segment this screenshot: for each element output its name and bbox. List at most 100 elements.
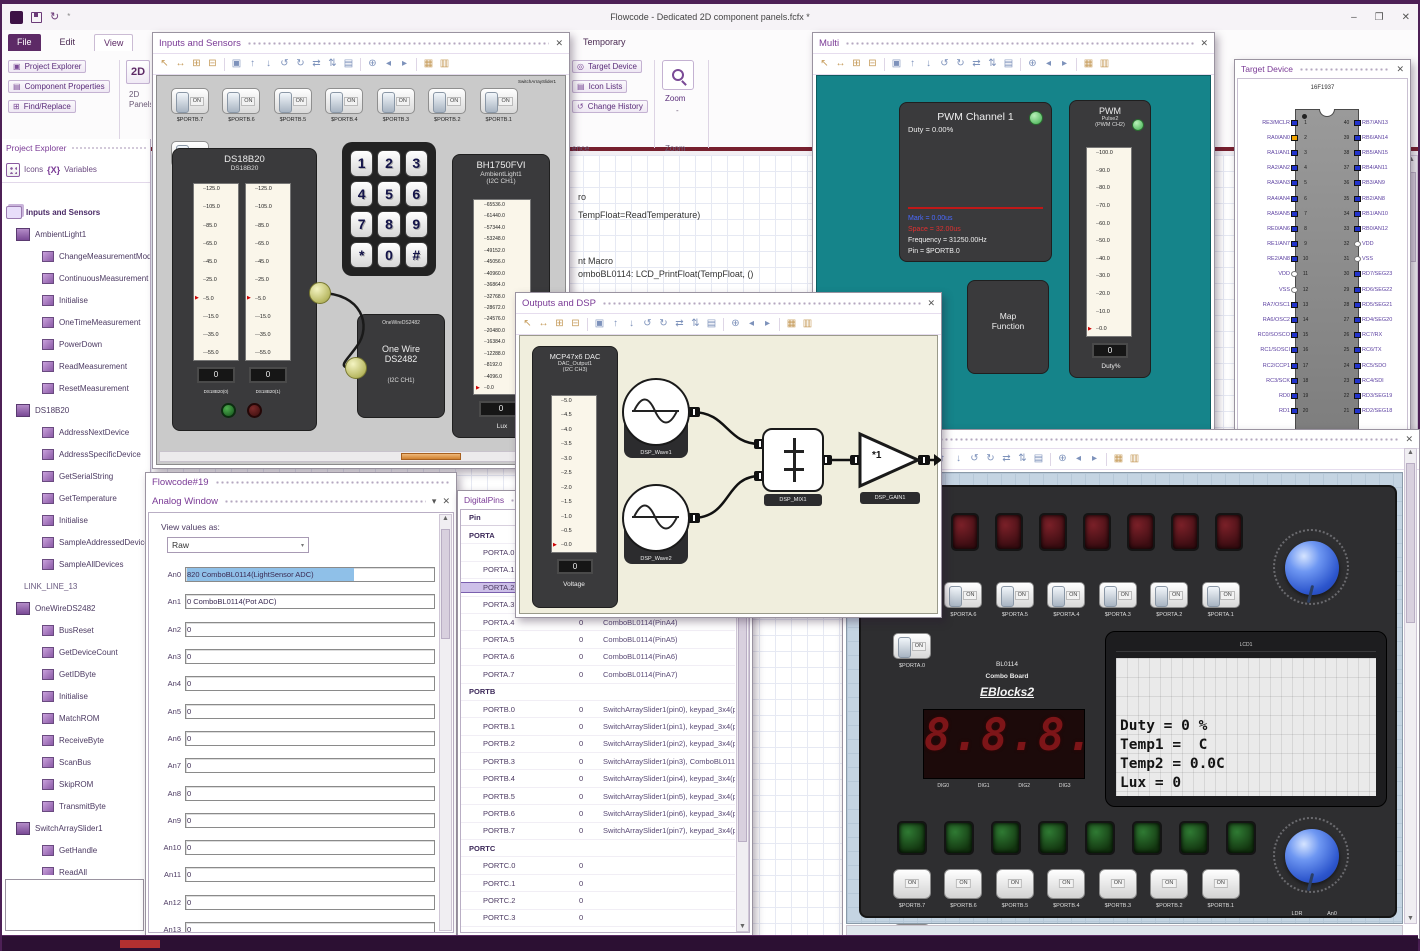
chip-pin[interactable]: VSS 31 bbox=[1340, 252, 1412, 267]
keypad-key[interactable]: 5 bbox=[377, 180, 401, 207]
keypad-key[interactable]: 8 bbox=[377, 211, 401, 238]
toolbar-icon[interactable]: ▸ bbox=[1088, 454, 1101, 464]
toolbar-icon[interactable]: ↔ bbox=[834, 59, 847, 69]
chip-pin[interactable]: RA0/AN0 2 bbox=[1240, 130, 1312, 145]
digital-pin-row[interactable]: PORTB.0 0 SwitchArraySlider1(pin0), keyp… bbox=[461, 701, 735, 719]
2d-panel-canvas[interactable]: MCP47x6 DAC DAC_Output1 (I2C CH3) 5.04.5… bbox=[519, 335, 941, 614]
toolbar-icon[interactable]: ▥ bbox=[438, 59, 451, 69]
channel-value-field[interactable]: 0 ComboBL0114(Pot ADC) bbox=[185, 594, 435, 610]
toolbar-icon[interactable]: ⇅ bbox=[1016, 454, 1029, 464]
keypad-key[interactable]: 0 bbox=[377, 241, 401, 268]
toolbar-icon[interactable]: ▦ bbox=[1082, 59, 1095, 69]
tree-item[interactable]: AddressNextDevice bbox=[2, 421, 150, 443]
tree-item[interactable]: SkipROM bbox=[2, 773, 150, 795]
toolbar-icon[interactable]: ↖ bbox=[818, 59, 831, 69]
toggle-switch[interactable]: ON bbox=[171, 88, 209, 114]
icons-tab-icon[interactable] bbox=[6, 162, 20, 177]
digital-pin-row[interactable]: PORTA.5 0 ComboBL0114(PinA5) bbox=[461, 631, 735, 649]
toolbar-icon[interactable]: ⊞ bbox=[190, 59, 203, 69]
tree-item[interactable]: PowerDown bbox=[2, 333, 150, 355]
tree-item[interactable]: GetSerialString bbox=[2, 465, 150, 487]
chip-pin[interactable]: RE1/AN7 9 bbox=[1240, 237, 1312, 252]
chip-pin[interactable]: RB0/AN12 33 bbox=[1340, 221, 1412, 236]
zoom-button[interactable] bbox=[662, 60, 694, 90]
toolbar-icon[interactable]: ⊞ bbox=[553, 319, 566, 329]
toolbar-icon[interactable]: ⊕ bbox=[366, 59, 379, 69]
digital-pin-row[interactable]: PORTA.6 0 ComboBL0114(PinA6) bbox=[461, 649, 735, 667]
toolbar-icon[interactable]: ↺ bbox=[938, 59, 951, 69]
tree-item[interactable]: ResetMeasurement bbox=[2, 377, 150, 399]
chip-pin[interactable]: RA1/AN1 3 bbox=[1240, 145, 1312, 160]
channel-value-field[interactable]: 0 bbox=[185, 703, 435, 719]
toolbar-icon[interactable]: ⇅ bbox=[326, 59, 339, 69]
tree-item[interactable]: Initialise bbox=[2, 509, 150, 531]
tree-item[interactable]: AmbientLight1 bbox=[2, 223, 150, 245]
toolbar-icon[interactable]: ▣ bbox=[890, 59, 903, 69]
chip-pin[interactable]: RB7/AN13 40 bbox=[1340, 115, 1412, 130]
toolbar-icon[interactable]: ↓ bbox=[625, 319, 638, 329]
scroll-up-arrow[interactable]: ▲ bbox=[442, 515, 449, 522]
toolbar-icon[interactable]: ↑ bbox=[906, 59, 919, 69]
chip-pin[interactable]: RD0 19 bbox=[1240, 388, 1312, 403]
toolbar-icon[interactable]: ↻ bbox=[657, 319, 670, 329]
ribbon-button[interactable]: ↺ Change History bbox=[572, 100, 648, 113]
keypad-key[interactable]: 1 bbox=[350, 150, 374, 177]
toolbar-icon[interactable]: ⊟ bbox=[866, 59, 879, 69]
toolbar-icon[interactable]: ↔ bbox=[174, 59, 187, 69]
toggle-switch[interactable]: ON bbox=[325, 88, 364, 114]
zoom-minus[interactable]: - bbox=[676, 106, 679, 115]
toolbar-icon[interactable]: ↻ bbox=[294, 59, 307, 69]
pwm-channel1-component[interactable]: PWM Channel 1 Duty = 0.00% Mark = 0.00us… bbox=[899, 102, 1052, 262]
mcp47x6-dac-component[interactable]: MCP47x6 DAC DAC_Output1 (I2C CH3) 5.04.5… bbox=[532, 346, 618, 608]
push-button[interactable]: ON bbox=[1150, 869, 1189, 899]
panel-close-icon[interactable]: ✕ bbox=[442, 497, 450, 506]
chip-pin[interactable]: RC1/SOSCI 16 bbox=[1240, 343, 1312, 358]
dsp-gain-component[interactable] bbox=[856, 430, 924, 490]
icons-tab[interactable]: Icons bbox=[24, 165, 43, 174]
digital-pin-row[interactable]: PORTB.3 0 SwitchArraySlider1(pin3), Comb… bbox=[461, 753, 735, 771]
push-button[interactable]: ON bbox=[1047, 869, 1086, 899]
tree-item[interactable]: DS18B20 bbox=[2, 399, 150, 421]
tab-temporary[interactable]: Temporary bbox=[574, 34, 635, 50]
pot-knob[interactable] bbox=[1285, 541, 1339, 595]
tree-item[interactable]: Inputs and Sensors bbox=[2, 201, 150, 223]
refresh-icon[interactable]: ↻ bbox=[50, 11, 59, 23]
digital-pin-row[interactable]: PORTC.0 0 bbox=[461, 857, 735, 875]
tree-item[interactable]: ScanBus bbox=[2, 751, 150, 773]
chip-pin[interactable]: RB1/AN10 34 bbox=[1340, 206, 1412, 221]
minimize-button[interactable]: – bbox=[1351, 12, 1357, 23]
zoom-text[interactable]: Zoom bbox=[665, 94, 685, 103]
toolbar-icon[interactable]: ↓ bbox=[262, 59, 275, 69]
digital-pin-row[interactable]: PORTA.7 0 ComboBL0114(PinA7) bbox=[461, 666, 735, 684]
chip-pin[interactable]: RC2/CCP1 17 bbox=[1240, 358, 1312, 373]
toolbar-icon[interactable]: ↖ bbox=[158, 59, 171, 69]
chip-pin[interactable]: RA5/AN5 7 bbox=[1240, 206, 1312, 221]
toggle-switch[interactable]: ON bbox=[995, 582, 1034, 608]
toolbar-icon[interactable]: ↓ bbox=[952, 454, 965, 464]
toggle-switch[interactable]: ON bbox=[428, 88, 467, 114]
toolbar-icon[interactable]: ↑ bbox=[609, 319, 622, 329]
tree-item[interactable]: MatchROM bbox=[2, 707, 150, 729]
toolbar-icon[interactable]: ▸ bbox=[761, 319, 774, 329]
panel-vertical-scrollbar[interactable]: ▲ ▼ bbox=[1404, 448, 1417, 924]
tab-view[interactable]: View bbox=[94, 34, 134, 51]
keypad-key[interactable]: # bbox=[404, 241, 428, 268]
chip-pin[interactable]: RB4/AN11 37 bbox=[1340, 161, 1412, 176]
chip-pin[interactable]: RB5/AN15 38 bbox=[1340, 145, 1412, 160]
ribbon-button[interactable]: ◎ Target Device bbox=[572, 60, 642, 73]
view-values-dropdown[interactable]: Raw ▾ bbox=[167, 537, 309, 553]
tree-item[interactable]: ReadAll bbox=[2, 861, 150, 875]
ribbon-button[interactable]: ▤ Icon Lists bbox=[572, 80, 628, 93]
toggle-switch[interactable]: ON bbox=[273, 88, 312, 114]
toolbar-icon[interactable]: ▤ bbox=[1032, 454, 1045, 464]
tree-item[interactable]: AddressSpecificDevice bbox=[2, 443, 150, 465]
chip-pin[interactable]: RC0/SOSCO 15 bbox=[1240, 328, 1312, 343]
toolbar-icon[interactable]: ▸ bbox=[398, 59, 411, 69]
tree-item[interactable]: SwitchArraySlider1 bbox=[2, 817, 150, 839]
toolbar-icon[interactable]: ▸ bbox=[1058, 59, 1071, 69]
digital-pin-row[interactable]: PORTC bbox=[461, 840, 735, 858]
toolbar-icon[interactable]: ⇄ bbox=[673, 319, 686, 329]
keypad-key[interactable]: 3 bbox=[404, 150, 428, 177]
dsp-mix-component[interactable] bbox=[762, 428, 824, 492]
ldr-knob[interactable] bbox=[1285, 829, 1339, 883]
